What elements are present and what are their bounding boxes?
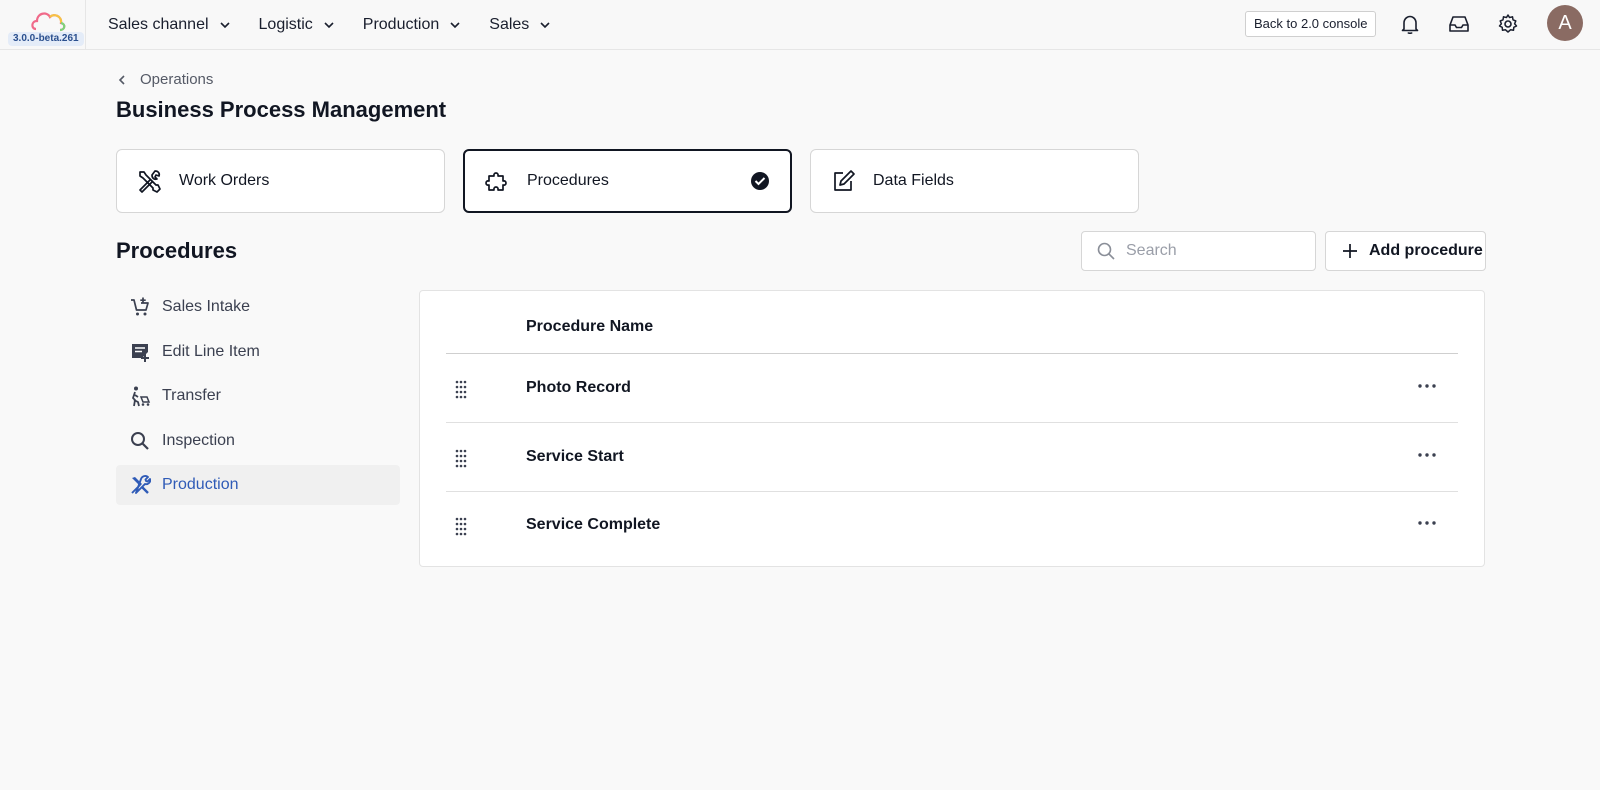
more-options-icon[interactable] xyxy=(1416,447,1438,463)
nav-label: Sales channel xyxy=(108,16,209,33)
side-item-production[interactable]: Production xyxy=(116,465,400,506)
side-item-label: Sales Intake xyxy=(162,298,251,315)
gear-icon[interactable] xyxy=(1496,12,1520,36)
main-nav: Sales channel Logistic Production Sales xyxy=(108,0,579,50)
breadcrumb[interactable]: Operations xyxy=(116,71,213,88)
version-badge: 3.0.0-beta.261 xyxy=(8,32,84,46)
card-procedures[interactable]: Procedures xyxy=(463,149,792,213)
nav-sales-channel[interactable]: Sales channel xyxy=(108,16,231,34)
table-row[interactable]: Service Start xyxy=(446,424,1458,492)
chevron-down-icon xyxy=(450,22,460,29)
side-item-label: Production xyxy=(162,476,239,494)
add-procedure-label: Add procedure xyxy=(1369,242,1483,259)
procedure-name: Service Complete xyxy=(526,516,661,533)
side-item-label: Edit Line Item xyxy=(162,342,260,360)
tools-icon xyxy=(139,170,161,193)
procedure-category-list: Sales Intake Edit Line Item Transfer Ins… xyxy=(116,287,400,510)
section-title: Procedures xyxy=(116,238,238,263)
edit-note-icon xyxy=(132,343,149,362)
side-item-label: Transfer xyxy=(162,387,221,405)
breadcrumb-label: Operations xyxy=(140,71,214,88)
chevron-down-icon xyxy=(219,22,230,29)
nav-label: Sales xyxy=(489,16,530,33)
nav-production[interactable]: Production xyxy=(363,16,462,34)
search-icon xyxy=(1097,242,1115,260)
page-title: Business Process Management xyxy=(116,97,447,122)
procedures-table: Procedure Name Photo Record Service Star… xyxy=(419,290,1485,567)
inbox-icon[interactable] xyxy=(1447,12,1471,36)
back-to-console-button[interactable]: Back to 2.0 console xyxy=(1245,11,1377,37)
more-options-icon[interactable] xyxy=(1416,378,1438,394)
nav-sales[interactable]: Sales xyxy=(489,16,551,34)
table-row[interactable]: Photo Record xyxy=(446,355,1458,423)
search-box[interactable] xyxy=(1081,231,1316,271)
side-item-transfer[interactable]: Transfer xyxy=(116,376,400,416)
chevron-down-icon xyxy=(540,22,550,29)
card-data-fields[interactable]: Data Fields xyxy=(810,149,1139,213)
card-work-orders[interactable]: Work Orders xyxy=(116,149,445,213)
table-header: Procedure Name xyxy=(446,291,1458,354)
table-row[interactable]: Service Complete xyxy=(446,492,1458,560)
more-options-icon[interactable] xyxy=(1416,515,1438,531)
side-item-label: Inspection xyxy=(162,431,235,449)
tools-icon xyxy=(131,475,151,495)
check-circle-icon xyxy=(751,172,769,190)
cloud-logo-icon xyxy=(31,12,66,32)
card-label: Procedures xyxy=(527,172,609,189)
cart-add-icon xyxy=(131,297,149,316)
logo-area[interactable]: 3.0.0-beta.261 xyxy=(0,0,86,50)
drag-handle-icon[interactable] xyxy=(454,516,468,536)
edit-icon xyxy=(834,170,855,191)
transfer-icon xyxy=(132,386,151,407)
side-item-inspection[interactable]: Inspection xyxy=(116,421,400,461)
chevron-down-icon xyxy=(324,22,334,29)
card-label: Data Fields xyxy=(873,172,954,189)
search-icon xyxy=(131,431,149,450)
procedure-name: Service Start xyxy=(526,448,624,465)
side-item-edit-line-item[interactable]: Edit Line Item xyxy=(116,332,400,372)
add-procedure-button[interactable]: Add procedure xyxy=(1325,231,1486,271)
puzzle-icon xyxy=(485,172,507,191)
search-input[interactable] xyxy=(1126,242,1296,260)
top-bar: 3.0.0-beta.261 Sales channel Logistic Pr… xyxy=(0,0,1600,50)
drag-handle-icon[interactable] xyxy=(454,448,468,468)
plus-icon xyxy=(1343,244,1357,258)
column-header-procedure-name: Procedure Name xyxy=(526,318,654,335)
card-label: Work Orders xyxy=(179,172,270,189)
bell-icon[interactable] xyxy=(1398,12,1422,36)
nav-label: Logistic xyxy=(258,16,313,33)
drag-handle-icon[interactable] xyxy=(454,379,468,399)
nav-label: Production xyxy=(362,16,440,33)
avatar[interactable]: A xyxy=(1547,5,1583,41)
nav-logistic[interactable]: Logistic xyxy=(259,16,335,34)
chevron-left-icon xyxy=(118,74,125,85)
side-item-sales-intake[interactable]: Sales Intake xyxy=(116,287,400,327)
procedure-name: Photo Record xyxy=(526,379,631,396)
